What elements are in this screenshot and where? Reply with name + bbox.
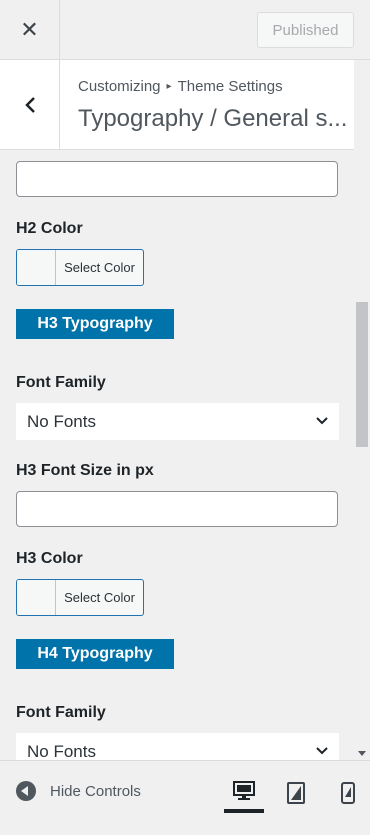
close-icon: ✕ <box>20 17 39 42</box>
tablet-preview-button[interactable] <box>276 773 316 813</box>
h3-typography-heading: H3 Typography <box>16 309 174 339</box>
h2-color-label: H2 Color <box>16 220 83 237</box>
customizer-topbar: ✕ Published <box>0 0 370 60</box>
breadcrumb-separator-icon: ▸ <box>166 81 172 92</box>
h2-color-picker-button[interactable]: Select Color <box>16 249 144 286</box>
collapse-arrow-icon <box>16 781 36 801</box>
h3-font-family-label: Font Family <box>16 374 106 391</box>
h3-font-size-input[interactable] <box>16 491 338 527</box>
h4-font-family-label: Font Family <box>16 704 106 721</box>
select-color-label: Select Color <box>64 260 135 275</box>
chevron-down-icon <box>316 747 328 755</box>
section-title: Typography / General s... <box>78 105 348 132</box>
scrollbar-thumb[interactable] <box>356 302 368 447</box>
scroll-down-arrow-icon[interactable] <box>358 751 366 756</box>
customizer-footer: Hide Controls <box>0 760 370 835</box>
desktop-icon <box>233 781 255 800</box>
controls-panel: H2 Color Select Color H3 Typography Font… <box>0 150 354 760</box>
select-value: No Fonts <box>27 741 96 761</box>
h3-font-family-select[interactable]: No Fonts <box>16 403 339 440</box>
h2-font-size-input[interactable] <box>16 161 338 197</box>
h3-color-picker-button[interactable]: Select Color <box>16 579 144 616</box>
color-swatch <box>17 250 56 285</box>
select-color-label: Select Color <box>64 590 135 605</box>
desktop-preview-button[interactable] <box>224 773 264 813</box>
scrollbar[interactable] <box>354 150 370 760</box>
hide-controls-label: Hide Controls <box>50 782 141 800</box>
close-button[interactable]: ✕ <box>0 0 60 60</box>
h3-font-size-label: H3 Font Size in px <box>16 462 154 479</box>
h4-font-family-select[interactable]: No Fonts <box>16 733 339 760</box>
publish-button[interactable]: Published <box>257 12 354 48</box>
section-header: Customizing ▸ Theme Settings Typography / … <box>0 60 354 150</box>
h4-typography-heading: H4 Typography <box>16 639 174 669</box>
chevron-down-icon <box>316 417 328 425</box>
mobile-preview-button[interactable] <box>328 773 368 813</box>
h3-color-label: H3 Color <box>16 550 83 567</box>
tablet-icon <box>287 782 305 804</box>
mobile-icon <box>341 782 355 804</box>
breadcrumb-root: Customizing <box>78 78 161 95</box>
breadcrumb-parent: Theme Settings <box>177 78 283 95</box>
back-button[interactable] <box>0 60 60 149</box>
hide-controls-button[interactable]: Hide Controls <box>16 781 141 801</box>
color-swatch <box>17 580 56 615</box>
breadcrumb: Customizing ▸ Theme Settings <box>78 78 283 95</box>
chevron-left-icon <box>24 96 35 113</box>
select-value: No Fonts <box>27 411 96 431</box>
